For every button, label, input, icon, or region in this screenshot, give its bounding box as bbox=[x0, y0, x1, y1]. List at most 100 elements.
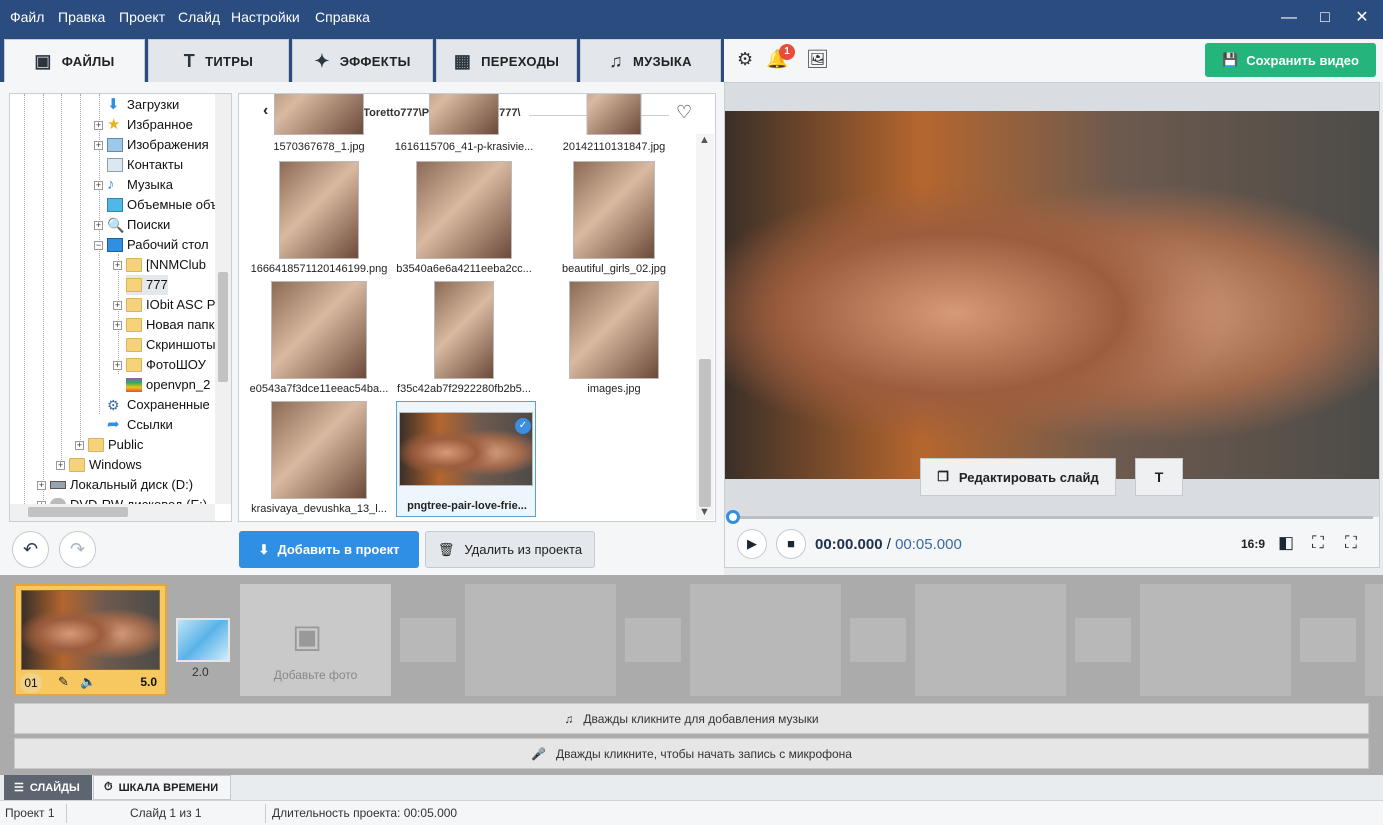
menu-edit[interactable]: Правка bbox=[58, 9, 105, 25]
scroll-up-icon[interactable]: ▲ bbox=[699, 134, 710, 146]
tree-item-images[interactable]: + Изображения bbox=[94, 135, 209, 155]
download-icon: ⬇ bbox=[258, 541, 270, 557]
minimize-icon[interactable]: — bbox=[1274, 6, 1304, 30]
tree-item-new-folder[interactable]: + Новая папка bbox=[113, 315, 222, 335]
images-icon bbox=[107, 138, 123, 152]
tree-item-downloads[interactable]: ⬇ Загрузки bbox=[107, 95, 179, 115]
download-icon: ⬇ bbox=[107, 96, 120, 113]
mic-track[interactable]: 🎤 Дважды кликните, чтобы начать запись с … bbox=[14, 738, 1369, 769]
tree-item-3d-objects[interactable]: Объемные объекты bbox=[107, 195, 231, 215]
gear-icon[interactable]: ⚙ bbox=[737, 49, 753, 70]
pencil-icon[interactable]: ✎ bbox=[58, 674, 69, 690]
menu-settings[interactable]: Настройки bbox=[231, 9, 300, 25]
files-scroll-thumb[interactable] bbox=[699, 359, 711, 507]
tree-item-contacts[interactable]: Контакты bbox=[107, 155, 183, 175]
tree-item-favorites[interactable]: + ★ Избранное bbox=[94, 115, 193, 135]
menu-slide[interactable]: Слайд bbox=[178, 9, 220, 25]
folder-icon bbox=[126, 338, 142, 352]
notification-badge: 1 bbox=[779, 44, 795, 60]
file-item[interactable]: krasivaya_devushka_13_l... bbox=[249, 401, 389, 519]
image-plus-icon: ▣ bbox=[292, 618, 323, 654]
file-item[interactable]: 1570367678_1.jpg bbox=[249, 94, 389, 157]
tree-item-searches[interactable]: + 🔍 Поиски bbox=[94, 215, 170, 235]
file-item[interactable]: 1666418571120146199.png bbox=[249, 161, 389, 279]
tree-item-links[interactable]: ➦ Ссылки bbox=[107, 415, 173, 435]
slide-placeholder bbox=[1365, 584, 1383, 696]
file-thumbnail bbox=[271, 401, 367, 499]
tree-item-fotoshow[interactable]: + ФотоШОУ bbox=[113, 355, 206, 375]
file-thumbnail bbox=[274, 94, 364, 135]
file-item[interactable]: 1616115706_41-p-krasivie... bbox=[394, 94, 534, 157]
tree-item-openvpn[interactable]: openvpn_2 bbox=[126, 375, 210, 395]
file-thumbnail bbox=[416, 161, 512, 259]
tab-effects[interactable]: ✦ ЭФФЕКТЫ bbox=[292, 39, 433, 82]
tree-item-public[interactable]: + Public bbox=[75, 435, 143, 455]
tree-item-saved[interactable]: ⚙ Сохраненные bbox=[107, 395, 210, 415]
folder-icon bbox=[69, 458, 85, 472]
tree-item-iobit[interactable]: + IObit ASC P bbox=[113, 295, 215, 315]
file-thumbnail bbox=[573, 161, 655, 259]
tab-slides[interactable]: ☰ СЛАЙДЫ bbox=[4, 775, 92, 800]
menu-project[interactable]: Проект bbox=[119, 9, 165, 25]
add-text-button[interactable]: T bbox=[1135, 458, 1183, 496]
add-to-project-button[interactable]: ⬇ Добавить в проект bbox=[239, 531, 419, 568]
redo-button[interactable]: ↷ bbox=[59, 531, 96, 568]
redo-icon: ↷ bbox=[69, 539, 86, 559]
preview-image[interactable] bbox=[725, 111, 1379, 479]
menu-help[interactable]: Справка bbox=[315, 9, 370, 25]
edit-slide-button[interactable]: ❐ Редактировать слайд bbox=[920, 458, 1116, 496]
music-track[interactable]: ♫ Дважды кликните для добавления музыки bbox=[14, 703, 1369, 734]
tree-scroll-thumb[interactable] bbox=[218, 272, 228, 382]
save-video-button[interactable]: 💾 Сохранить видео bbox=[1205, 43, 1376, 77]
slide-card[interactable]: 01 ✎ 🔈 5.0 bbox=[14, 584, 167, 696]
folder-tree[interactable]: ⬇ Загрузки + ★ Избранное + Изображения Конта… bbox=[9, 93, 232, 522]
tab-music[interactable]: ♫ МУЗЫКА bbox=[580, 39, 721, 82]
transition-icon: ▦ bbox=[453, 50, 472, 71]
transition-placeholder bbox=[1300, 618, 1356, 662]
gallery-icon[interactable]: 🖼 bbox=[806, 49, 829, 70]
file-item[interactable]: b3540a6e6a4211eeba2cc... bbox=[394, 161, 534, 279]
menu-file[interactable]: Файл bbox=[10, 9, 44, 25]
tree-item-nnmclub[interactable]: + [NNMClub bbox=[113, 255, 206, 275]
seek-handle[interactable] bbox=[726, 510, 740, 524]
stop-button[interactable]: ■ bbox=[776, 529, 806, 559]
tree-hscroll-thumb[interactable] bbox=[28, 507, 128, 517]
trash-icon: 🗑 bbox=[437, 541, 455, 557]
snapshot-icon[interactable]: ⛶ bbox=[1312, 533, 1324, 553]
file-thumbnail bbox=[434, 281, 494, 379]
remove-from-project-button[interactable]: 🗑 Удалить из проекта bbox=[425, 531, 595, 568]
tree-item-windows[interactable]: + Windows bbox=[56, 455, 142, 475]
transition-thumbnail[interactable] bbox=[176, 618, 230, 662]
tree-item-777[interactable]: 777 bbox=[126, 275, 168, 295]
fullscreen-icon[interactable]: ⛶ bbox=[1345, 533, 1357, 553]
file-item[interactable]: 20142110131847.jpg bbox=[544, 94, 684, 157]
check-icon: ✓ bbox=[515, 418, 531, 434]
tab-timeline[interactable]: ⏱ ШКАЛА ВРЕМЕНИ bbox=[93, 775, 231, 800]
slide-placeholder bbox=[915, 584, 1066, 696]
file-item[interactable]: f35c42ab7f2922280fb2b5... bbox=[394, 281, 534, 399]
file-item[interactable]: e0543a7f3dce11eeac54ba... bbox=[249, 281, 389, 399]
seek-bar[interactable] bbox=[731, 516, 1373, 519]
tree-item-music[interactable]: + ♪ Музыка bbox=[94, 175, 173, 195]
file-item[interactable]: images.jpg bbox=[544, 281, 684, 399]
file-item-selected[interactable]: ✓ pngtree-pair-love-frie... bbox=[396, 401, 536, 517]
volume-icon[interactable]: 🔈 bbox=[80, 674, 96, 690]
link-icon: ➦ bbox=[107, 416, 120, 433]
file-item[interactable]: beautiful_girls_02.jpg bbox=[544, 161, 684, 279]
folder-icon bbox=[126, 318, 142, 332]
close-icon[interactable]: ✕ bbox=[1347, 6, 1377, 30]
aspect-ratio[interactable]: 16:9 bbox=[1241, 537, 1265, 551]
tree-item-drive-d[interactable]: + Локальный диск (D:) bbox=[37, 475, 193, 495]
tab-transitions[interactable]: ▦ ПЕРЕХОДЫ bbox=[436, 39, 577, 82]
scroll-down-icon[interactable]: ▼ bbox=[699, 506, 710, 518]
maximize-icon[interactable]: □ bbox=[1310, 6, 1340, 30]
undo-button[interactable]: ↶ bbox=[12, 531, 49, 568]
tree-item-desktop[interactable]: − Рабочий стол bbox=[94, 235, 209, 255]
play-button[interactable]: ▶ bbox=[737, 529, 767, 559]
status-bar: Проект 1 Слайд 1 из 1 Длительность проек… bbox=[0, 800, 1383, 825]
tab-titles[interactable]: T ТИТРЫ bbox=[148, 39, 289, 82]
tab-files[interactable]: ▣ ФАЙЛЫ bbox=[4, 39, 145, 82]
layout-icon[interactable]: ◧ bbox=[1278, 533, 1294, 553]
tree-item-screenshots[interactable]: Скриншоты bbox=[126, 335, 215, 355]
add-photo-placeholder[interactable]: ▣ Добавьте фото bbox=[240, 584, 391, 696]
